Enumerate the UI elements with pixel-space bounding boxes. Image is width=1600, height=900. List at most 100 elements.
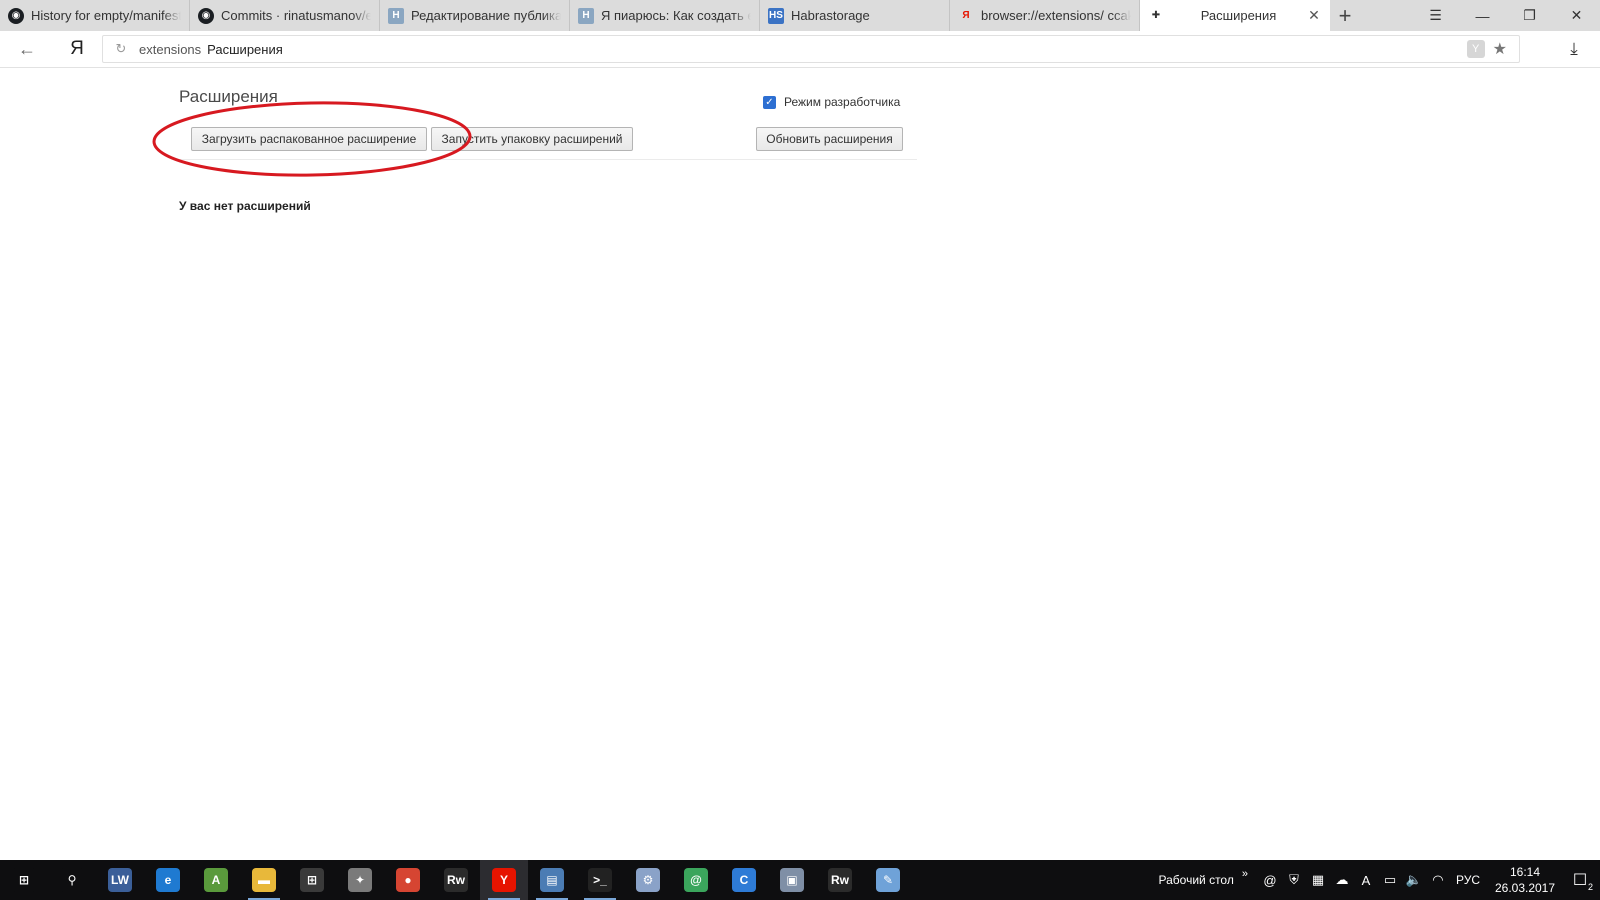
extensions-page: Расширения ✓ Режим разработчика Загрузит… xyxy=(0,68,1600,860)
taskbar-button-settings-app[interactable]: ⚙ xyxy=(624,860,672,900)
volume-icon[interactable]: 🔈 xyxy=(1402,860,1426,900)
taskbar-button-store[interactable]: ⊞ xyxy=(288,860,336,900)
taskbar-button-control-panel[interactable]: ▣ xyxy=(768,860,816,900)
onedrive-icon[interactable]: ☁ xyxy=(1330,860,1354,900)
defender-icon[interactable]: ⛨ xyxy=(1282,860,1306,900)
tab-3[interactable]: H Я пиарюсь: Как создать ex xyxy=(570,0,760,31)
tab-title: Habrastorage xyxy=(791,8,870,23)
tab-title: Расширения xyxy=(1200,8,1277,23)
action-center-button[interactable]: ☐ 2 xyxy=(1560,860,1600,900)
update-extensions-button[interactable]: Обновить расширения xyxy=(756,127,903,151)
yandex-icon: Я xyxy=(962,10,970,21)
tab-4[interactable]: HS Habrastorage xyxy=(760,0,950,31)
developer-mode-checkbox[interactable]: ✓ xyxy=(763,95,776,109)
page-title: Расширения xyxy=(179,87,278,106)
lw-app-icon: LW xyxy=(108,868,132,892)
tab-close-icon[interactable]: ✕ xyxy=(1306,7,1322,24)
extensions-action-row: Загрузить распакованное расширение Запус… xyxy=(179,124,917,160)
tab-title: Редактирование публикац xyxy=(411,8,561,23)
adobe-icon[interactable]: A xyxy=(1354,860,1378,900)
developer-mode-label: Режим разработчика xyxy=(784,95,901,109)
clock[interactable]: 16:14 26.03.2017 xyxy=(1490,864,1560,896)
yandex-logo-button[interactable]: Я xyxy=(67,36,87,62)
tab-title: History for empty/manifest xyxy=(31,8,181,23)
battery-icon[interactable]: ▭ xyxy=(1378,860,1402,900)
taskbar-button-cobian[interactable]: C xyxy=(720,860,768,900)
tab-6[interactable]: ✚ Расширения ✕ xyxy=(1140,0,1330,31)
tab-1[interactable]: ◉ Commits · rinatusmanov/er xyxy=(190,0,380,31)
mail-agent-icon[interactable]: @ xyxy=(1258,860,1282,900)
taskbar-button-search[interactable]: ⚲ xyxy=(48,860,96,900)
taskbar-button-paint[interactable]: ✎ xyxy=(864,860,912,900)
taskbar-button-lw-app[interactable]: LW xyxy=(96,860,144,900)
file-explorer-icon: ▬ xyxy=(252,868,276,892)
rw-app-2-icon: Rw xyxy=(828,868,852,892)
windows-start-icon: ⊞ xyxy=(12,868,36,892)
game-icon: ✦ xyxy=(348,868,372,892)
store-icon: ⊞ xyxy=(300,868,324,892)
habr-icon: H xyxy=(388,7,404,24)
settings-app-icon: ⚙ xyxy=(636,868,660,892)
restore-button[interactable]: ❐ xyxy=(1506,0,1553,31)
pack-extension-button[interactable]: Запустить упаковку расширений xyxy=(431,127,633,151)
address-bar[interactable]: ↻ extensions Расширения Y ★ xyxy=(102,35,1520,63)
bookmark-star-icon[interactable]: ★ xyxy=(1493,39,1507,59)
tab-2[interactable]: H Редактирование публикац xyxy=(380,0,570,31)
protect-icon[interactable]: Y xyxy=(1466,40,1485,58)
notification-icon: ☐ xyxy=(1572,872,1588,889)
chrome-icon: ● xyxy=(396,868,420,892)
notepad-icon: ▤ xyxy=(540,868,564,892)
input-language-indicator[interactable]: РУС xyxy=(1456,873,1480,887)
tab-5[interactable]: Яbrowser://extensions/ ccak xyxy=(950,0,1140,31)
close-window-button[interactable]: ✕ xyxy=(1553,0,1600,31)
desktop-toolbar-label[interactable]: Рабочий стол xyxy=(1159,873,1234,887)
network-drive-icon[interactable]: ▦ xyxy=(1306,860,1330,900)
reload-icon[interactable]: ↻ xyxy=(107,41,135,57)
android-studio-icon: A xyxy=(204,868,228,892)
browser-menu-button[interactable]: ☰ xyxy=(1412,0,1459,31)
taskbar-button-android-studio[interactable]: A xyxy=(192,860,240,900)
tab-title: Commits · rinatusmanov/er xyxy=(221,8,371,23)
back-button[interactable]: ← xyxy=(14,37,40,61)
taskbar-button-edge[interactable]: e xyxy=(144,860,192,900)
tab-strip-spacer xyxy=(1360,0,1412,31)
taskbar-button-windows-start[interactable]: ⊞ xyxy=(0,860,48,900)
taskbar-button-rw-app[interactable]: Rw xyxy=(432,860,480,900)
minimize-button[interactable]: — xyxy=(1459,0,1506,31)
github-icon: ◉ xyxy=(8,7,24,24)
tray-icons: @ ⛨ ▦ ☁ A ▭ 🔈 ◠ xyxy=(1258,860,1450,900)
browser-toolbar: ← Я ↻ extensions Расширения Y ★ ⤓ xyxy=(0,31,1600,68)
taskbar-apps: ⊞ ⚲ LW e A ▬ ⊞ ✦ ● Rw Y ▤ >_ ⚙ @ C ▣ Rw ✎ xyxy=(0,860,912,900)
taskbar-button-notepad[interactable]: ▤ xyxy=(528,860,576,900)
clock-time: 16:14 xyxy=(1509,865,1541,879)
wifi-icon[interactable]: ◠ xyxy=(1426,860,1450,900)
tray-overflow-chevron-icon[interactable]: » xyxy=(1242,868,1248,880)
yandex-browser-icon: Y xyxy=(492,868,516,892)
load-unpacked-button[interactable]: Загрузить распакованное расширение xyxy=(191,127,427,151)
system-tray: Рабочий стол » @ ⛨ ▦ ☁ A ▭ 🔈 ◠ РУС 16:14 26.03.… xyxy=(1159,860,1600,900)
terminal-icon: >_ xyxy=(588,868,612,892)
new-tab-button[interactable]: + xyxy=(1330,0,1360,31)
icq-icon: @ xyxy=(684,868,708,892)
address-host: extensions xyxy=(139,41,202,57)
downloads-icon[interactable]: ⤓ xyxy=(1562,37,1586,61)
taskbar-button-rw-app-2[interactable]: Rw xyxy=(816,860,864,900)
taskbar-button-icq[interactable]: @ xyxy=(672,860,720,900)
taskbar-button-chrome[interactable]: ● xyxy=(384,860,432,900)
windows-taskbar: ⊞ ⚲ LW e A ▬ ⊞ ✦ ● Rw Y ▤ >_ ⚙ @ C ▣ Rw ✎ Рабочий стол » @… xyxy=(0,860,1600,900)
developer-mode-toggle[interactable]: ✓ Режим разработчика xyxy=(763,95,900,109)
address-page-title: Расширения xyxy=(207,41,283,57)
tab-title: Я пиарюсь: Как создать ex xyxy=(601,8,751,23)
cobian-icon: C xyxy=(732,868,756,892)
taskbar-button-terminal[interactable]: >_ xyxy=(576,860,624,900)
control-panel-icon: ▣ xyxy=(780,868,804,892)
clock-date: 26.03.2017 xyxy=(1494,881,1556,895)
habrastorage-icon: HS xyxy=(768,7,784,24)
tab-0[interactable]: ◉ History for empty/manifest xyxy=(0,0,190,31)
taskbar-button-file-explorer[interactable]: ▬ xyxy=(240,860,288,900)
taskbar-button-yandex-browser[interactable]: Y xyxy=(480,860,528,900)
search-icon: ⚲ xyxy=(60,868,84,892)
github-icon: ◉ xyxy=(198,7,214,24)
empty-extensions-message: У вас нет расширений xyxy=(179,199,311,213)
taskbar-button-game[interactable]: ✦ xyxy=(336,860,384,900)
